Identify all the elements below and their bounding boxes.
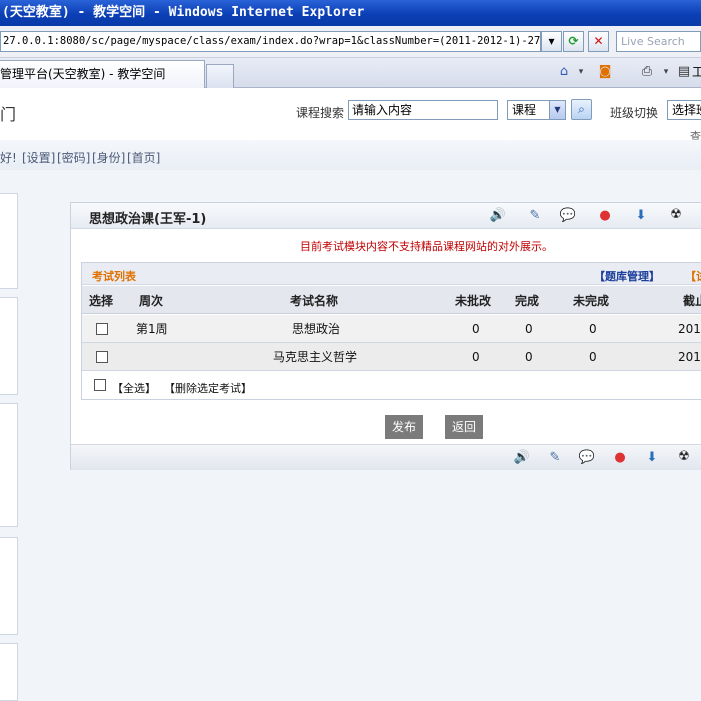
live-search-input[interactable]: Live Search (616, 31, 701, 52)
print-dropdown-icon[interactable]: ▾ (660, 63, 672, 81)
question-bank-link[interactable]: 【题库管理】 (594, 268, 660, 284)
col-deadline: 截止 (683, 294, 701, 308)
search-type-select[interactable]: 课程 ▼ (507, 100, 566, 120)
row-deadline: 2012 (678, 350, 701, 364)
sidebar-panel (0, 403, 18, 527)
download-icon[interactable]: ⬇ (632, 207, 650, 225)
publish-button[interactable]: 发布 (385, 415, 423, 439)
home-link[interactable]: [首页] (127, 149, 160, 166)
address-input[interactable]: 27.0.0.1:8080/sc/page/myspace/class/exam… (0, 31, 541, 52)
speaker-icon[interactable]: 🔊 (513, 449, 531, 467)
col-done: 完成 (515, 294, 540, 308)
notice-text: 目前考试模块内容不支持精品课程网站的对外展示。 (300, 240, 553, 253)
pen-icon[interactable]: ✎ (546, 449, 564, 467)
row-deadline: 2012 (678, 322, 701, 336)
row-exam-name[interactable]: 思想政治 (292, 320, 340, 337)
tools-menu-label[interactable]: 工 (692, 63, 701, 81)
new-tab-button[interactable] (206, 64, 234, 88)
page-icon[interactable]: ▤ (677, 63, 691, 81)
row-undone: 0 (589, 322, 597, 336)
refresh-icon: ⟳ (568, 34, 579, 48)
tab-teaching-space[interactable]: 管理平台(天空教室) - 教学空间 (0, 60, 205, 88)
search-icon: ⌕ (578, 102, 585, 116)
panel-footer (71, 444, 701, 470)
row-ungraded: 0 (472, 322, 480, 336)
help-icon[interactable]: ● (611, 449, 629, 467)
search-button[interactable]: ⌕ (571, 99, 592, 120)
sidebar-panel (0, 537, 18, 635)
class-switch-label: 班级切换 (610, 106, 659, 120)
home-dropdown-icon[interactable]: ▾ (575, 63, 587, 81)
user-bar: 好! [设置] [密码] [身份] [首页] (0, 140, 701, 170)
identity-link[interactable]: [身份] (92, 149, 125, 166)
row-exam-name[interactable]: 马克思主义哲学 (273, 348, 357, 365)
chat-icon[interactable]: 💬 (559, 207, 577, 225)
close-icon: ✕ (593, 34, 604, 48)
home-icon[interactable]: ⌂ (555, 63, 573, 81)
radiation-icon[interactable]: ☢ (667, 206, 685, 224)
speaker-icon[interactable]: 🔊 (489, 207, 507, 225)
row-week: 第1周 (136, 322, 168, 336)
chevron-down-icon: ▼ (549, 101, 565, 119)
pen-icon[interactable]: ✎ (526, 207, 544, 225)
password-link[interactable]: [密码] (57, 149, 90, 166)
download-icon[interactable]: ⬇ (643, 449, 661, 467)
print-icon[interactable]: ⎙ (638, 63, 656, 81)
select-all-checkbox[interactable] (94, 379, 106, 391)
window-title-bar: (天空教室) - 教学空间 - Windows Internet Explore… (0, 0, 701, 26)
panel-title: 思想政治课(王军-1) (89, 212, 207, 227)
extra-link[interactable]: 【试 (685, 268, 701, 284)
row-checkbox[interactable] (96, 351, 108, 363)
back-button[interactable]: 返回 (445, 415, 483, 439)
table-row (82, 315, 701, 343)
col-week: 周次 (139, 294, 164, 308)
col-exam-name: 考试名称 (290, 294, 339, 308)
chat-icon[interactable]: 💬 (578, 449, 596, 467)
sidebar-panel (0, 643, 18, 701)
row-undone: 0 (589, 350, 597, 364)
col-select: 选择 (89, 294, 114, 308)
site-logo-fragment: 门 (0, 105, 17, 124)
rss-feed-icon[interactable]: ◙ (596, 63, 614, 81)
help-icon[interactable]: ● (596, 207, 614, 225)
col-ungraded: 未批改 (455, 294, 492, 308)
row-ungraded: 0 (472, 350, 480, 364)
window-title: (天空教室) - 教学空间 - Windows Internet Explore… (2, 5, 365, 20)
delete-selected-link[interactable]: 【删除选定考试】 (164, 380, 252, 396)
row-done: 0 (525, 350, 533, 364)
col-undone: 未完成 (573, 294, 610, 308)
address-dropdown-button[interactable]: ▾ (541, 31, 562, 52)
stop-button[interactable]: ✕ (588, 31, 609, 52)
search-type-value: 课程 (512, 103, 537, 117)
exam-list-title: 考试列表 (92, 270, 136, 283)
tab-label: 管理平台(天空教室) - 教学空间 (0, 67, 166, 81)
radiation-icon[interactable]: ☢ (675, 448, 693, 466)
refresh-button[interactable]: ⟳ (563, 31, 584, 52)
chevron-down-icon: ▾ (548, 34, 555, 48)
course-search-label: 课程搜索 (296, 106, 345, 120)
sidebar-panel (0, 297, 18, 395)
table-row (82, 343, 701, 371)
class-select[interactable]: 选择班 (667, 100, 701, 120)
sidebar-panel (0, 193, 18, 289)
row-checkbox[interactable] (96, 323, 108, 335)
row-done: 0 (525, 322, 533, 336)
select-all-link[interactable]: 【全选】 (112, 380, 156, 396)
settings-link[interactable]: [设置] (22, 149, 55, 166)
address-toolbar: 27.0.0.1:8080/sc/page/myspace/class/exam… (0, 26, 701, 58)
greeting-text: 好! (0, 151, 17, 165)
table-footer: 【全选】 【删除选定考试】 (82, 372, 701, 400)
search-input[interactable]: 请输入内容 (348, 100, 498, 120)
